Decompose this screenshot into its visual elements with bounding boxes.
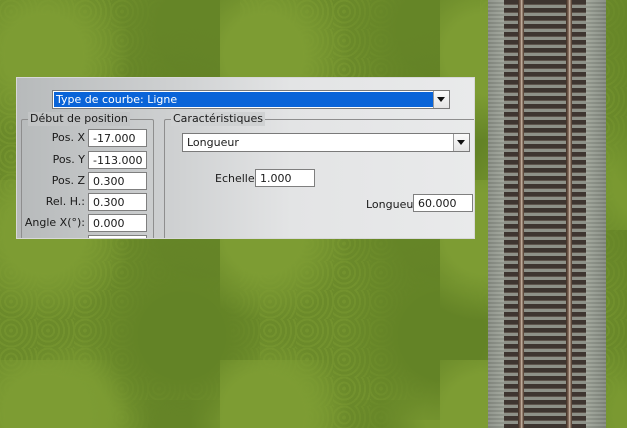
angle-x-label: Angle X(°): — [24, 216, 85, 229]
rail-right — [566, 0, 572, 428]
pos-x-field[interactable]: -17.000 — [88, 129, 147, 147]
rel-h-label: Rel. H.: — [45, 195, 85, 208]
angle-x-field[interactable]: 0.000 — [88, 214, 147, 232]
track-sleepers — [504, 0, 586, 428]
scale-field[interactable]: 1.000 — [255, 169, 315, 187]
characteristic-mode-dropdown[interactable]: Longueur — [182, 133, 470, 152]
rail-left — [518, 0, 524, 428]
rel-h-field[interactable]: 0.300 — [88, 193, 147, 211]
curve-type-value: Type de courbe: Ligne — [56, 93, 178, 106]
pos-z-label: Pos. Z — [51, 174, 85, 187]
characteristic-mode-value: Longueur — [187, 136, 239, 149]
pos-y-row: Pos. Y -113.000 — [17, 151, 157, 169]
pos-z-row: Pos. Z 0.300 — [17, 172, 157, 190]
length-field[interactable]: 60.000 — [413, 194, 473, 212]
chevron-down-icon[interactable] — [453, 134, 469, 151]
curve-properties-panel: Type de courbe: Ligne Début de position … — [16, 77, 475, 239]
chevron-down-icon[interactable] — [433, 91, 449, 108]
pos-y-field[interactable]: -113.000 — [88, 151, 147, 169]
pos-z-field[interactable]: 0.300 — [88, 172, 147, 190]
length-label: Longueur — [366, 198, 418, 211]
pos-y-label: Pos. Y — [52, 153, 85, 166]
start-position-title: Début de position — [28, 112, 130, 126]
angle-x-row: Angle X(°): 0.000 — [17, 214, 157, 232]
characteristics-title: Caractéristiques — [171, 112, 265, 126]
curve-type-dropdown[interactable]: Type de courbe: Ligne — [52, 90, 450, 109]
rel-h-row: Rel. H.: 0.300 — [17, 193, 157, 211]
pos-x-row: Pos. X -17.000 — [17, 129, 157, 147]
pos-x-label: Pos. X — [51, 131, 85, 144]
scale-label: Echelle: — [215, 172, 259, 185]
next-field-partial[interactable] — [88, 235, 147, 238]
